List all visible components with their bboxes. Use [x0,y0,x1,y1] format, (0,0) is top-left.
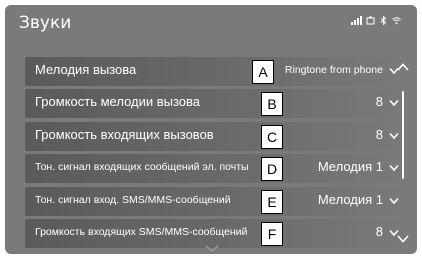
callout-tag: F [261,221,283,246]
setting-label: Тон. сигнал входящих сообщений эл. почты [35,161,249,174]
settings-list: Мелодия вызова A Ringtone from phone Гро… [25,57,405,251]
setting-value: 8 [375,223,383,239]
setting-row-sms-volume[interactable]: Громкость входящих SMS/MMS-сообщений F 8 [25,218,405,248]
setting-label: Громкость мелодии вызова [35,94,201,110]
scroll-thumb[interactable] [402,91,404,179]
header-bar: Звуки [5,5,417,49]
setting-row-ringtone-volume[interactable]: Громкость мелодии вызова B 8 [25,89,405,119]
setting-value: Ringtone from phone [284,64,383,76]
setting-value: 8 [375,94,383,110]
battery-icon [366,16,375,25]
setting-label: Мелодия вызова [35,62,137,77]
settings-screen: Звуки Мелодия вызова A Ringtone from pho… [5,5,417,254]
callout-tag: B [261,92,283,117]
page-title: Звуки [19,13,72,33]
setting-label: Тон. сигнал вход. SMS/MMS-сообщений [35,193,231,206]
status-icons [351,16,401,25]
scroll-down-icon[interactable] [397,235,409,243]
more-content-chevron-icon [205,245,219,252]
signal-bars-icon [351,16,362,25]
callout-tag: E [261,189,283,214]
callout-tag: D [261,157,283,182]
setting-value: Мелодия 1 [317,159,383,175]
setting-row-sms-tone[interactable]: Тон. сигнал вход. SMS/MMS-сообщений E Ме… [25,186,405,216]
setting-value: Мелодия 1 [317,191,383,207]
setting-row-email-tone[interactable]: Тон. сигнал входящих сообщений эл. почты… [25,154,405,184]
setting-label: Громкость входящих вызовов [35,126,214,142]
setting-value: 8 [375,126,383,142]
scroll-up-icon[interactable] [397,63,409,71]
callout-tag: C [261,124,283,149]
setting-row-incoming-call-volume[interactable]: Громкость входящих вызовов C 8 [25,121,405,151]
bluetooth-icon [380,16,387,25]
scrollbar[interactable] [397,63,409,243]
wifi-icon [392,17,401,25]
setting-label: Громкость входящих SMS/MMS-сообщений [35,225,248,238]
setting-row-ringtone[interactable]: Мелодия вызова A Ringtone from phone [25,57,405,86]
callout-tag: A [252,60,274,84]
